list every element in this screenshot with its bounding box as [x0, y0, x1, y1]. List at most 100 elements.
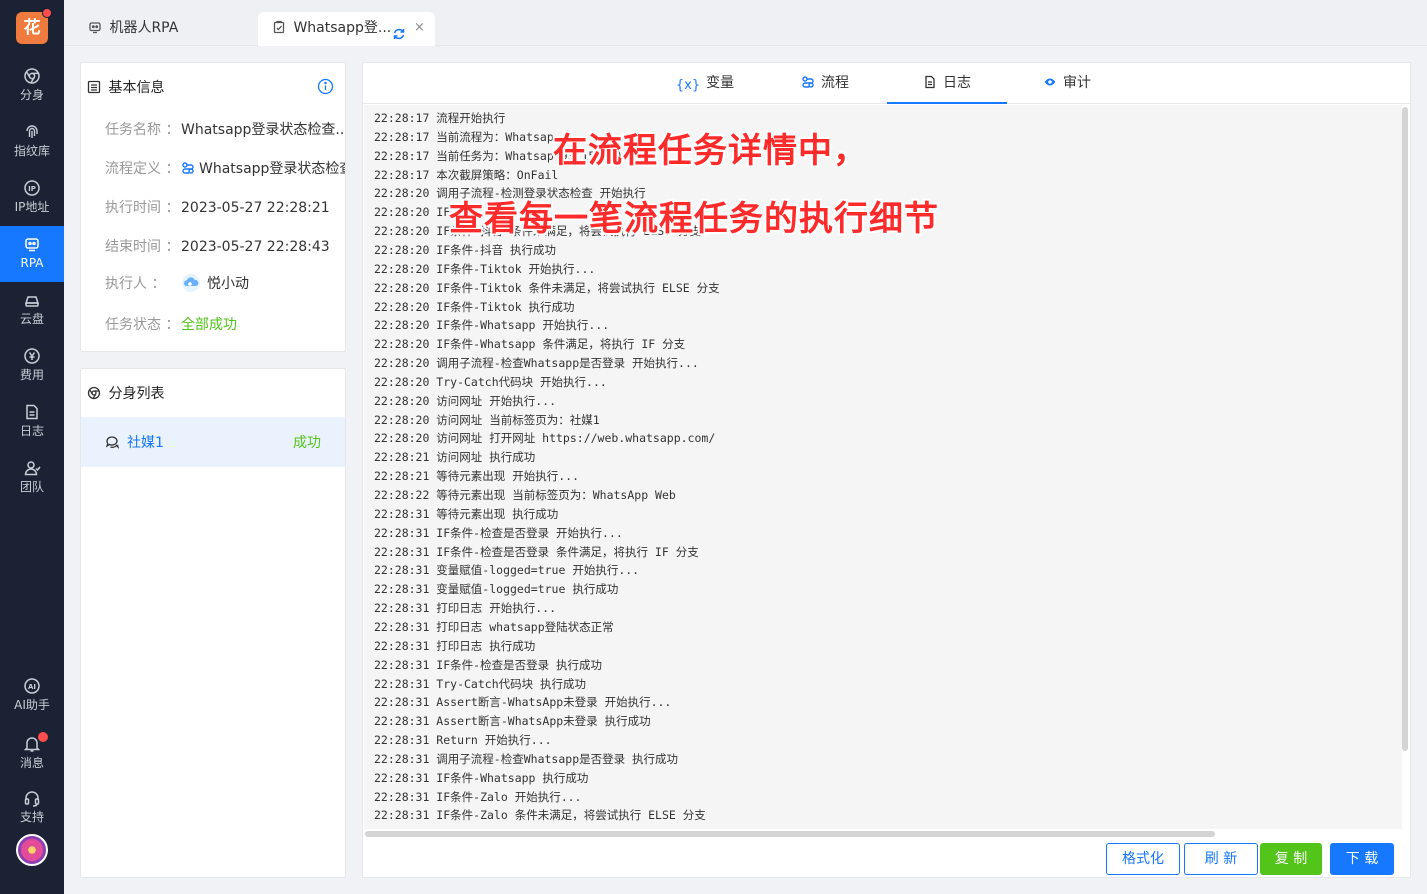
logo-badge-dot: [42, 8, 52, 18]
fingerprint-icon: [23, 123, 41, 141]
sidebar-item-label: 消息: [19, 756, 44, 770]
field-value: Whatsapp登录状态检查...: [181, 122, 345, 138]
tab-label: 流程: [821, 75, 849, 91]
log-line: 22:28:20 调用子流程-检查Whatsapp是否登录 开始执行...: [374, 356, 699, 371]
chat-icon: [105, 435, 119, 449]
sidebar-item-billing[interactable]: 费用: [0, 338, 64, 394]
info-icon[interactable]: [317, 78, 334, 95]
log-line: 22:28:31 等待元素出现 执行成功: [374, 506, 559, 521]
sidebar-item-ai-assistant[interactable]: AI AI助手: [0, 668, 64, 724]
log-icon: [23, 403, 41, 421]
log-line: 22:28:20 IF条件-Tiktok 条件未满足，将尝试执行 ELSE 分支: [374, 280, 720, 295]
log-line: 22:28:20 IF条件-抖音 执行成功: [374, 242, 557, 257]
tab-rpa-robot[interactable]: 机器人RPA: [74, 12, 254, 46]
close-icon[interactable]: ×: [414, 12, 425, 44]
sidebar-item-label: AI助手: [14, 698, 50, 712]
log-line: 22:28:20 访问网址 开始执行...: [374, 393, 557, 408]
sidebar-item-label: IP地址: [14, 200, 50, 214]
svg-text:IP: IP: [28, 185, 36, 193]
detail-tabs: {x} 变量 流程 日志 审计: [363, 63, 1410, 104]
clone-name[interactable]: 社媒1: [127, 432, 164, 452]
field-label: 执行时间 ：: [105, 200, 180, 216]
left-sidebar: 花 分身 指纹库 IP IP地址 RPA 云盘 费用 日志 团队 AI AI助手…: [0, 0, 64, 894]
log-line: 22:28:31 打印日志 whatsapp登陆状态正常: [374, 619, 614, 634]
log-line: 22:28:31 IF条件-Zalo 条件未满足，将尝试执行 ELSE 分支: [374, 808, 706, 823]
field-label: 执行人 ：: [105, 276, 166, 292]
refresh-icon[interactable]: [392, 21, 406, 40]
tab-audit[interactable]: 审计: [1007, 63, 1127, 104]
field-task-status: 任务状态 ：全部成功: [105, 314, 345, 334]
user-avatar[interactable]: [16, 834, 48, 866]
log-line: 22:28:31 变量赋值-logged=true 执行成功: [374, 582, 619, 597]
status-badge: 全部成功: [181, 317, 237, 333]
field-executor: 执行人 ： 悦小动: [105, 273, 345, 293]
sidebar-item-label: 费用: [19, 368, 44, 382]
field-value[interactable]: Whatsapp登录状态检查: [199, 161, 345, 177]
log-line: 22:28:31 IF条件-检查是否登录 执行成功: [374, 657, 603, 672]
field-label: 任务状态 ：: [105, 317, 180, 333]
log-line: 22:28:31 IF条件-Zalo 开始执行...: [374, 789, 582, 804]
sidebar-item-fingerprint[interactable]: 指纹库: [0, 114, 64, 170]
eye-icon: [1043, 75, 1057, 89]
log-line: 22:28:31 Assert断言-WhatsApp未登录 执行成功: [374, 714, 651, 729]
ai-icon: AI: [23, 677, 41, 695]
log-line: 22:28:17 流程开始执行: [374, 111, 506, 125]
field-value: 2023-05-27 22:28:43: [181, 239, 330, 255]
tab-logs[interactable]: 日志: [887, 63, 1007, 104]
log-line: 22:28:20 IF条件-Tiktok 开始执行...: [374, 261, 596, 276]
log-line: 22:28:20 IF条件-Whatsapp 条件满足，将执行 IF 分支: [374, 337, 686, 352]
tab-variables[interactable]: {x} 变量: [645, 63, 765, 104]
sidebar-item-logs[interactable]: 日志: [0, 394, 64, 450]
log-line: 22:28:31 打印日志 执行成功: [374, 638, 536, 653]
sidebar-item-cloud-drive[interactable]: 云盘: [0, 282, 64, 338]
messages-badge-dot: [38, 732, 48, 742]
app-logo[interactable]: 花: [16, 8, 52, 44]
sidebar-item-label: 日志: [19, 424, 44, 438]
format-button[interactable]: 格式化: [1106, 843, 1180, 875]
tab-whatsapp-task[interactable]: Whatsapp登... ×: [258, 12, 435, 46]
tab-label: Whatsapp登...: [293, 20, 392, 36]
sidebar-item-clones[interactable]: 分身: [0, 58, 64, 114]
field-flow-definition: 流程定义 ： Whatsapp登录状态检查: [105, 158, 345, 178]
basic-info-panel: 基本信息 任务名称 ： Whatsapp登录状态检查... 流程定义 ： Whats…: [80, 62, 346, 352]
field-label: 结束时间 ：: [105, 239, 180, 255]
horizontal-scrollbar[interactable]: [365, 831, 1215, 837]
log-line: 22:28:31 变量赋值-logged=true 开始执行...: [374, 563, 640, 578]
clone-list-title: 分身列表: [108, 386, 165, 402]
list-item[interactable]: 社媒1 成功: [81, 417, 345, 467]
log-line: 22:28:31 IF条件-检查是否登录 条件满足，将执行 IF 分支: [374, 544, 699, 559]
copy-button[interactable]: 复 制: [1260, 843, 1322, 875]
tab-label: 日志: [943, 75, 971, 91]
tab-label: 机器人RPA: [109, 20, 179, 36]
vertical-scrollbar[interactable]: [1402, 107, 1408, 751]
chrome-icon: [23, 67, 41, 85]
log-line: 22:28:31 Assert断言-WhatsApp未登录 开始执行...: [374, 695, 672, 710]
log-line: 22:28:20 IF条件-Whatsapp 开始执行...: [374, 318, 610, 333]
ip-icon: IP: [23, 179, 41, 197]
field-value: 悦小动: [207, 276, 249, 292]
tab-bar: 机器人RPA Whatsapp登... ×: [64, 0, 1427, 46]
executor-avatar-icon: [181, 273, 201, 293]
log-line: 22:28:17 当前流程为：Whatsap: [374, 129, 554, 144]
list-icon: [87, 80, 101, 94]
log-line: 22:28:31 IF条件-Whatsapp 执行成功: [374, 770, 589, 785]
sidebar-item-support[interactable]: 支持: [0, 780, 64, 836]
refresh-button[interactable]: 刷 新: [1184, 843, 1258, 875]
clone-status: 成功: [293, 435, 321, 451]
caption-line-1: 在流程任务详情中，: [553, 131, 868, 171]
clone-list-header: 分身列表: [87, 383, 164, 403]
sidebar-item-label: RPA: [20, 256, 44, 270]
tab-flow[interactable]: 流程: [765, 63, 885, 104]
log-line: 22:28:31 Try-Catch代码块 执行成功: [374, 676, 587, 691]
log-line: 22:28:17 本次截屏策略：OnFail: [374, 167, 559, 182]
log-line: 22:28:31 IF条件-检查是否登录 开始执行...: [374, 525, 623, 540]
flow-icon: [801, 75, 815, 89]
sidebar-item-messages[interactable]: 消息: [0, 726, 64, 782]
log-line: 22:28:31 Return 开始执行...: [374, 733, 552, 748]
sidebar-item-team[interactable]: 团队: [0, 450, 64, 506]
sidebar-item-ip[interactable]: IP IP地址: [0, 170, 64, 226]
download-button[interactable]: 下 载: [1330, 843, 1394, 875]
caption-line-2: 查看每一笔流程任务的执行细节: [449, 199, 939, 239]
log-line: 22:28:20 IF条件-Tiktok 执行成功: [374, 299, 575, 314]
sidebar-item-rpa[interactable]: RPA: [0, 226, 64, 282]
